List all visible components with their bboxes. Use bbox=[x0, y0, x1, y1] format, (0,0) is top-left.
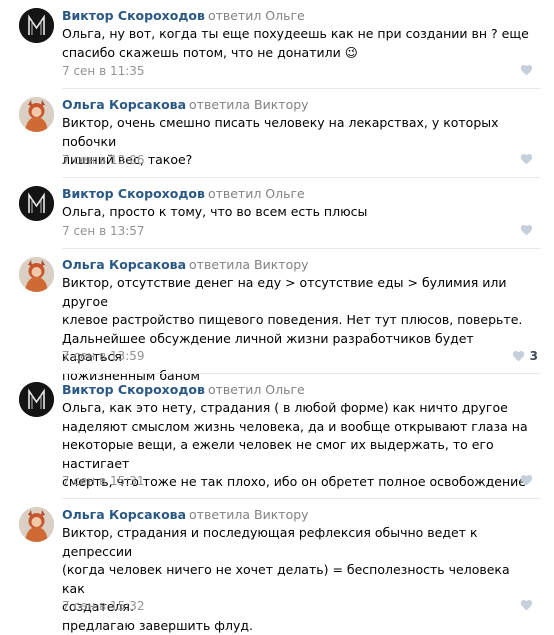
comment-text: Виктор, отсутствие денег на еду > отсутс… bbox=[62, 275, 523, 383]
avatar[interactable] bbox=[19, 382, 54, 417]
comment-header: Ольга Корсакова ответила Виктору bbox=[62, 256, 309, 273]
comment-item: Ольга Корсакова ответила Виктору Виктор, … bbox=[0, 499, 554, 633]
reply-to[interactable]: ответил Ольге bbox=[208, 186, 305, 201]
heart-icon bbox=[520, 474, 533, 486]
dark-avatar-icon bbox=[19, 186, 54, 221]
heart-icon bbox=[520, 64, 533, 76]
comment-text: Ольга, ну вот, когда ты еще похудеешь ка… bbox=[62, 26, 529, 60]
dark-avatar-icon bbox=[19, 382, 54, 417]
comment-text: Ольга, просто к тому, что во всем есть п… bbox=[62, 204, 368, 219]
comments-thread: Виктор Скороходов ответил Ольге Ольга, ну… bbox=[0, 0, 554, 633]
comment-item: Ольга Корсакова ответила Виктору Виктор, … bbox=[0, 249, 554, 383]
comment-date[interactable]: 7 сен в 13:57 bbox=[62, 223, 145, 239]
like-count: 3 bbox=[529, 349, 538, 363]
comment-header: Виктор Скороходов ответил Ольге bbox=[62, 381, 305, 398]
comment-item: Виктор Скороходов ответил Ольге Ольга, ка… bbox=[0, 374, 554, 498]
dark-avatar-icon bbox=[19, 8, 54, 43]
author-name[interactable]: Виктор Скороходов bbox=[62, 186, 205, 201]
reply-to[interactable]: ответил Ольге bbox=[208, 8, 305, 23]
avatar[interactable] bbox=[19, 8, 54, 43]
author-name[interactable]: Ольга Корсакова bbox=[62, 257, 186, 272]
avatar[interactable] bbox=[19, 507, 54, 542]
heart-icon bbox=[520, 599, 533, 611]
photo-avatar-icon bbox=[19, 97, 54, 132]
like-button[interactable]: 3 bbox=[512, 349, 538, 363]
comment-header: Виктор Скороходов ответил Ольге bbox=[62, 185, 305, 202]
comment-date[interactable]: 7 сен в 12:06 bbox=[62, 152, 145, 168]
heart-icon bbox=[520, 224, 533, 236]
comment-date[interactable]: 7 сен в 15:32 bbox=[62, 598, 145, 614]
heart-icon bbox=[520, 153, 533, 165]
reply-to[interactable]: ответил Ольге bbox=[208, 382, 305, 397]
author-name[interactable]: Ольга Корсакова bbox=[62, 97, 186, 112]
comment-item: Виктор Скороходов ответил Ольге Ольга, пр… bbox=[0, 178, 554, 248]
author-name[interactable]: Ольга Корсакова bbox=[62, 507, 186, 522]
like-button[interactable] bbox=[520, 64, 538, 76]
comment-date[interactable]: 7 сен в 15:31 bbox=[62, 473, 145, 489]
comment-header: Ольга Корсакова ответила Виктору bbox=[62, 506, 309, 523]
like-button[interactable] bbox=[520, 224, 538, 236]
heart-icon bbox=[512, 350, 524, 362]
comment-text: Виктор, страдания и последующая рефлекси… bbox=[62, 525, 510, 633]
comment-header: Виктор Скороходов ответил Ольге bbox=[62, 7, 305, 24]
avatar[interactable] bbox=[19, 257, 54, 292]
like-button[interactable] bbox=[520, 153, 538, 165]
author-name[interactable]: Виктор Скороходов bbox=[62, 8, 205, 23]
avatar[interactable] bbox=[19, 186, 54, 221]
reply-to[interactable]: ответила Виктору bbox=[189, 507, 309, 522]
comment-date[interactable]: 7 сен в 11:35 bbox=[62, 63, 145, 79]
like-button[interactable] bbox=[520, 474, 538, 486]
photo-avatar-icon bbox=[19, 507, 54, 542]
comment-item: Ольга Корсакова ответила Виктору Виктор, … bbox=[0, 89, 554, 177]
like-button[interactable] bbox=[520, 599, 538, 611]
photo-avatar-icon bbox=[19, 257, 54, 292]
comment-header: Ольга Корсакова ответила Виктору bbox=[62, 96, 309, 113]
reply-to[interactable]: ответила Виктору bbox=[189, 97, 309, 112]
reply-to[interactable]: ответила Виктору bbox=[189, 257, 309, 272]
comment-item: Виктор Скороходов ответил Ольге Ольга, ну… bbox=[0, 0, 554, 88]
author-name[interactable]: Виктор Скороходов bbox=[62, 382, 205, 397]
avatar[interactable] bbox=[19, 97, 54, 132]
comment-date[interactable]: 7 сен в 13:59 bbox=[62, 348, 145, 364]
